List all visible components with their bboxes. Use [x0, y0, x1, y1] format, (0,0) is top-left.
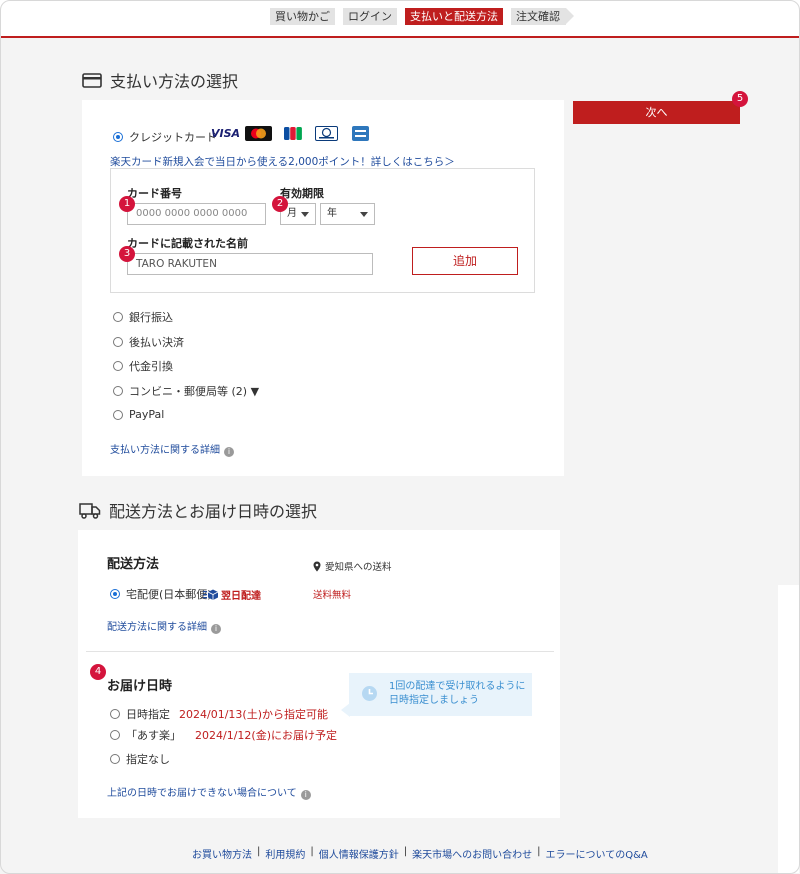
- diners-club-logo: [315, 126, 338, 141]
- amex-logo: [352, 126, 369, 141]
- right-side-panel: [778, 585, 799, 873]
- destination-note: 愛知県への送料: [313, 559, 392, 573]
- paypal-option[interactable]: PayPal: [113, 408, 164, 421]
- credit-card-radio[interactable]: [113, 132, 123, 142]
- tip-line-1: 1回の配達で受け取れるように: [389, 681, 526, 692]
- footer-link-privacy[interactable]: 個人情報保護方針: [319, 846, 399, 861]
- asuraku-radio[interactable]: [110, 730, 120, 740]
- info-icon: i: [300, 790, 311, 800]
- visa-logo: VISA: [211, 127, 241, 140]
- step-confirm: 注文確認: [511, 8, 574, 25]
- deferred-payment-option[interactable]: 後払い決済: [113, 334, 184, 350]
- bank-transfer-radio[interactable]: [113, 312, 123, 322]
- step-login: ログイン: [343, 8, 397, 25]
- cardholder-name-input[interactable]: TARO RAKUTEN: [127, 253, 373, 275]
- footer-link-contact[interactable]: 楽天市場へのお問い合わせ: [412, 846, 532, 861]
- footer-link-error-faq[interactable]: エラーについてのQ&A: [546, 846, 648, 861]
- footer-link-shopping-guide[interactable]: お買い物方法: [192, 846, 252, 861]
- step-badge-4: 4: [90, 664, 106, 680]
- card-number-input[interactable]: 0000 0000 0000 0000: [127, 203, 266, 225]
- cash-on-delivery-radio[interactable]: [113, 361, 123, 371]
- step-badge-5: 5: [732, 91, 748, 107]
- jcb-logo: [284, 126, 302, 141]
- asuraku-label: 「あす楽」: [126, 729, 181, 742]
- delivery-unavailable-text: 上記の日時でお届けできない場合について: [107, 788, 297, 799]
- expiry-month-value: 月: [287, 208, 297, 219]
- next-day-delivery-badge: 翌日配達: [203, 587, 261, 602]
- japan-post-option[interactable]: 宅配便(日本郵便): [110, 586, 212, 602]
- japan-post-label: 宅配便(日本郵便): [126, 588, 212, 601]
- credit-card-icon: [82, 72, 102, 88]
- checkout-steps: 買い物かご ログイン 支払いと配送方法 注文確認: [270, 8, 574, 25]
- step-badge-2: 2: [272, 196, 288, 212]
- cardholder-name-label: カードに記載された名前: [127, 237, 248, 250]
- step-payment-shipping: 支払いと配送方法: [405, 8, 503, 25]
- expiry-year-value: 年: [327, 208, 337, 219]
- shipping-details-link[interactable]: 配送方法に関する詳細 i: [107, 618, 221, 634]
- step-badge-3: 3: [119, 246, 135, 262]
- footer-links: お買い物方法 | 利用規約 | 個人情報保護方針 | 楽天市場へのお問い合わせ | エラ…: [192, 846, 648, 861]
- step-badge-1: 1: [119, 196, 135, 212]
- convenience-store-label: コンビニ・郵便局等 (2) ▼: [129, 385, 260, 398]
- payment-section-title: 支払い方法の選択: [82, 68, 238, 92]
- no-date-option[interactable]: 指定なし: [110, 751, 170, 767]
- japan-post-radio[interactable]: [110, 589, 120, 599]
- delivery-unavailable-link[interactable]: 上記の日時でお届けできない場合について i: [107, 784, 311, 800]
- step-cart: 買い物かご: [270, 8, 335, 25]
- destination-note-text: 愛知県への送料: [325, 562, 392, 573]
- shipping-title: 配送方法とお届け日時の選択: [109, 502, 318, 521]
- date-specify-label: 日時指定: [126, 708, 170, 721]
- bank-transfer-label: 銀行振込: [129, 311, 173, 324]
- location-pin-icon: [313, 561, 321, 571]
- credit-card-option[interactable]: クレジットカード: [113, 129, 217, 145]
- info-icon: i: [224, 447, 234, 457]
- clock-icon: [362, 686, 377, 701]
- paypal-radio[interactable]: [113, 409, 123, 420]
- footer-link-terms[interactable]: 利用規約: [265, 846, 305, 861]
- card-number-label: カード番号: [127, 187, 182, 200]
- shipping-divider: [86, 651, 554, 652]
- cash-on-delivery-option[interactable]: 代金引換: [113, 358, 173, 374]
- next-button[interactable]: 次へ: [573, 101, 740, 124]
- convenience-store-option[interactable]: コンビニ・郵便局等 (2) ▼: [113, 383, 259, 399]
- speed-box-icon: [203, 589, 219, 600]
- tip-pointer: [341, 703, 350, 717]
- deferred-payment-radio[interactable]: [113, 337, 123, 347]
- delivery-truck-icon: [79, 502, 101, 519]
- credit-card-label: クレジットカード: [129, 131, 217, 144]
- shipping-section-title: 配送方法とお届け日時の選択: [79, 498, 317, 522]
- no-date-label: 指定なし: [126, 753, 170, 766]
- checkout-progress-bar: 買い物かご ログイン 支払いと配送方法 注文確認: [0, 0, 800, 38]
- payment-details-text: 支払い方法に関する詳細: [110, 445, 220, 456]
- convenience-store-radio[interactable]: [113, 386, 123, 396]
- shipping-fee: 送料無料: [313, 590, 352, 601]
- shipping-details-text: 配送方法に関する詳細: [107, 622, 207, 633]
- delivery-datetime-heading: お届け日時: [107, 679, 173, 694]
- deferred-payment-label: 後払い決済: [129, 336, 184, 349]
- cash-on-delivery-label: 代金引換: [129, 360, 173, 373]
- asuraku-option[interactable]: 「あす楽」 2024/1/12(金)にお届け予定: [110, 727, 337, 743]
- asuraku-note: 2024/1/12(金)にお届け予定: [195, 729, 337, 742]
- rakuten-card-promo-link[interactable]: 楽天カード新規入会で当日から使える2,000ポイント！詳しくはこちら＞: [110, 154, 455, 169]
- date-specify-note: 2024/01/13(土)から指定可能: [179, 708, 328, 721]
- next-day-label: 翌日配達: [221, 591, 261, 602]
- info-icon: i: [211, 624, 221, 634]
- no-date-radio[interactable]: [110, 754, 120, 764]
- date-specify-radio[interactable]: [110, 709, 120, 719]
- shipping-method-heading: 配送方法: [107, 557, 160, 572]
- expiry-year-select[interactable]: 年: [320, 203, 375, 225]
- tip-line-2: 日時指定しましょう: [389, 695, 479, 706]
- payment-details-link[interactable]: 支払い方法に関する詳細 i: [110, 441, 234, 457]
- payment-title: 支払い方法の選択: [110, 72, 239, 91]
- paypal-label: PayPal: [129, 408, 165, 421]
- add-card-button[interactable]: 追加: [412, 247, 518, 275]
- mastercard-logo: [245, 126, 272, 141]
- bank-transfer-option[interactable]: 銀行振込: [113, 309, 173, 325]
- date-specify-option[interactable]: 日時指定 2024/01/13(土)から指定可能: [110, 706, 328, 722]
